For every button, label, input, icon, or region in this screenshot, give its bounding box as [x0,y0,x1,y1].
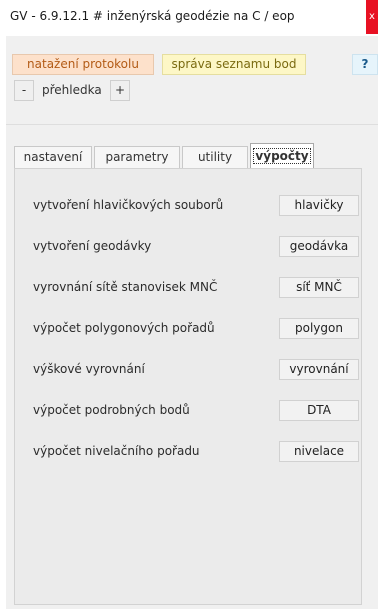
title-bar: GV - 6.9.12.1 # inženýrská geodézie na C… [0,0,378,34]
polygon-button[interactable]: polygon [279,318,359,339]
row-label-detail-points: výpočet podrobných bodů [33,403,190,417]
tab-vypocty[interactable]: výpočty [250,143,314,169]
row-label-network: vyrovnání sítě stanovisek MNČ [33,280,218,294]
headers-button[interactable]: hlavičky [279,195,359,216]
tab-nastaveni[interactable]: nastavení [14,146,92,168]
geobatch-button[interactable]: geodávka [279,236,359,257]
tab-label: utility [197,150,233,164]
minus-button[interactable]: - [14,80,34,101]
points-list-button[interactable]: správa seznamu bod [162,54,306,75]
tab-content: vytvoření hlavičkových souborů hlavičky … [14,168,362,605]
toolbar-separator [6,124,378,125]
close-button[interactable]: x [366,0,378,34]
network-button[interactable]: síť MNČ [279,277,359,298]
load-protocol-button[interactable]: natažení protokolu [12,54,154,75]
row-label-polygon: výpočet polygonových pořadů [33,321,215,335]
help-button[interactable]: ? [352,54,378,75]
main-panel: natažení protokolu správa seznamu bod ? … [6,36,378,609]
overview-label: přehledka [42,83,102,97]
height-adjustment-button[interactable]: vyrovnání [279,359,359,380]
detail-points-button[interactable]: DTA [279,400,359,421]
tab-label: nastavení [23,150,83,164]
tab-utility[interactable]: utility [182,146,248,168]
row-label-height-adjustment: výškové vyrovnání [33,362,145,376]
row-label-geobatch: vytvoření geodávky [33,239,152,253]
tab-parametry[interactable]: parametry [94,146,180,168]
plus-button[interactable]: + [110,80,130,101]
row-label-leveling: výpočet nivelačního pořadu [33,444,200,458]
window-title: GV - 6.9.12.1 # inženýrská geodézie na C… [10,9,295,23]
row-label-headers: vytvoření hlavičkových souborů [33,198,224,212]
tab-label: výpočty [253,148,311,164]
tab-label: parametry [105,150,169,164]
leveling-button[interactable]: nivelace [279,441,359,462]
